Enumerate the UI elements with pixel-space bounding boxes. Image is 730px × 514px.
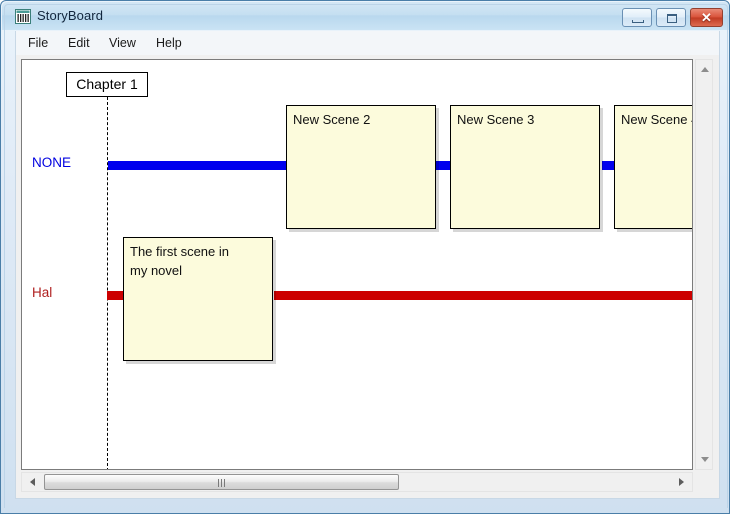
scene-card-title: New Scene 4: [621, 112, 693, 127]
timeline-bar-hal-0[interactable]: [107, 291, 124, 300]
maximize-button[interactable]: [656, 8, 686, 27]
client-area: Chapter 1 NONE New Scene 2 New Scene 3 New …: [15, 55, 720, 499]
scene-card-title: The first scene in my novel: [130, 244, 229, 278]
character-label-hal[interactable]: Hal: [32, 285, 52, 300]
horizontal-scrollbar[interactable]: [21, 472, 693, 492]
menu-item-file[interactable]: File: [22, 35, 54, 51]
close-icon: ✕: [701, 10, 712, 25]
scroll-left-arrow-icon[interactable]: [30, 478, 35, 486]
storyboard-grid-icon: [15, 9, 31, 24]
scene-card[interactable]: New Scene 3: [450, 105, 600, 229]
maximize-icon: [667, 14, 677, 23]
scroll-down-arrow-icon[interactable]: [701, 457, 709, 462]
timeline-bar-none-0[interactable]: [108, 161, 287, 170]
storyboard-canvas[interactable]: Chapter 1 NONE New Scene 2 New Scene 3 New …: [21, 59, 693, 470]
scene-card[interactable]: New Scene 4: [614, 105, 693, 229]
scroll-thumb-grip-icon: [217, 479, 226, 487]
minimize-button[interactable]: [622, 8, 652, 27]
menu-item-edit[interactable]: Edit: [62, 35, 96, 51]
scroll-right-arrow-icon[interactable]: [679, 478, 684, 486]
scene-card-title: New Scene 3: [457, 112, 535, 127]
character-label-none[interactable]: NONE: [32, 155, 71, 170]
timeline-bar-hal-1[interactable]: [274, 291, 692, 300]
scene-card[interactable]: The first scene in my novel: [123, 237, 273, 361]
chapter-marker-label[interactable]: Chapter 1: [66, 72, 148, 97]
vertical-scrollbar[interactable]: [695, 59, 713, 470]
title-bar[interactable]: StoryBoard ✕: [2, 2, 729, 30]
menu-item-view[interactable]: View: [103, 35, 142, 51]
chapter-divider-line: [107, 87, 108, 469]
scroll-up-arrow-icon[interactable]: [701, 67, 709, 72]
menu-item-help[interactable]: Help: [150, 35, 188, 51]
window-bottom-strip: [2, 508, 729, 513]
close-button[interactable]: ✕: [690, 8, 723, 27]
application-window: StoryBoard ✕ File Edit View Help Chapter 1 …: [0, 0, 730, 514]
menu-bar: File Edit View Help: [15, 31, 720, 55]
scene-card[interactable]: New Scene 2: [286, 105, 436, 229]
window-title: StoryBoard: [37, 8, 104, 23]
minimize-icon: [632, 20, 644, 23]
scene-card-title: New Scene 2: [293, 112, 371, 127]
horizontal-scroll-thumb[interactable]: [44, 474, 399, 490]
